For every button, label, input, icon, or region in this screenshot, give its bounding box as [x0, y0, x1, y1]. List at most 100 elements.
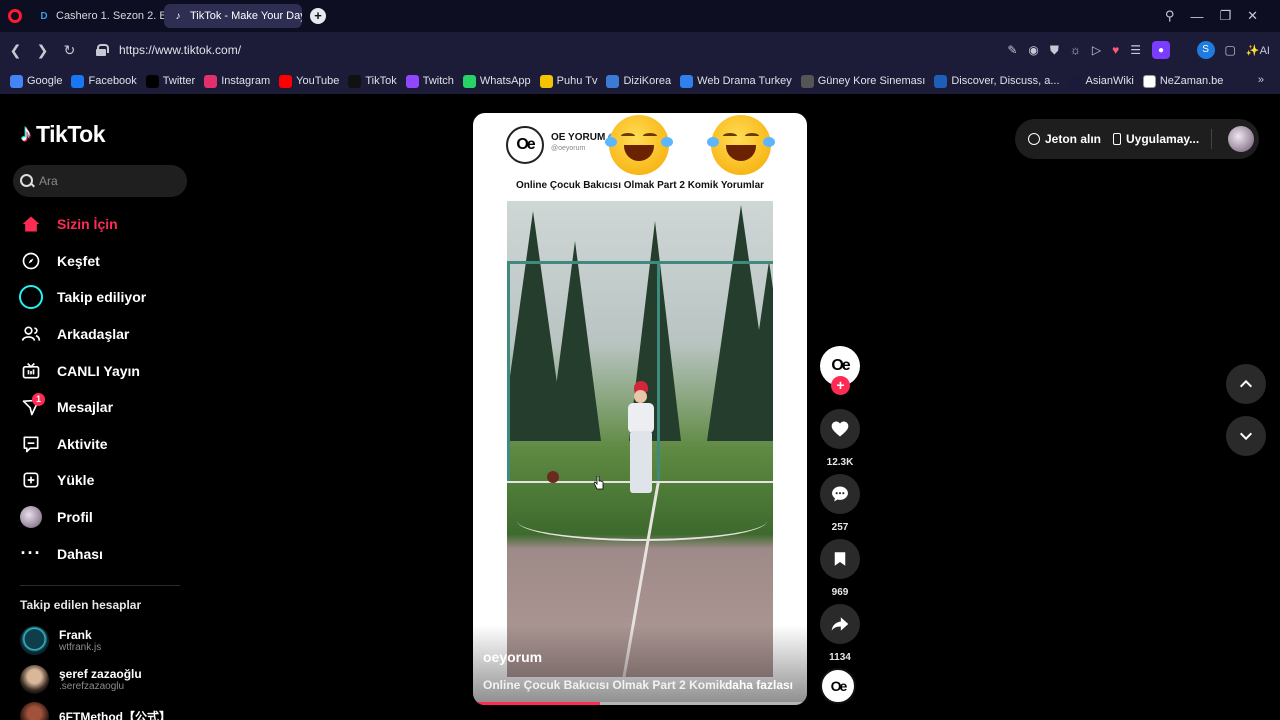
heart-icon	[831, 421, 849, 437]
see-more-link[interactable]: daha fazlası	[725, 678, 793, 692]
bookmark-item[interactable]: Google	[10, 74, 63, 88]
profile-avatar	[17, 503, 45, 531]
bookmark-item[interactable]: DiziKorea	[606, 74, 671, 88]
sidebar-item-friends[interactable]: Arkadaşlar	[17, 316, 187, 353]
cinema-icon	[800, 74, 814, 88]
followed-account-item[interactable]: 6FTMethod【公式】	[20, 702, 171, 720]
sidebar-item-live[interactable]: CANLI Yayın	[17, 352, 187, 389]
webdrama-icon	[680, 74, 694, 88]
twitch-icon	[405, 74, 419, 88]
heart-icon[interactable]: ♥	[1112, 43, 1119, 57]
minimize-icon[interactable]: —	[1190, 9, 1203, 24]
translate-icon[interactable]: ☼	[1070, 43, 1081, 57]
opera-logo-icon[interactable]	[0, 0, 30, 32]
comment-button[interactable]: 257	[820, 474, 860, 533]
get-coins-button[interactable]: Jeton alın	[1028, 132, 1101, 146]
bookmark-label: YouTube	[296, 75, 340, 87]
save-button[interactable]: 969	[820, 539, 860, 598]
video-author[interactable]: oeyorum	[483, 649, 542, 665]
bookmark-item[interactable]: Güney Kore Sineması	[800, 74, 926, 88]
bookmark-item[interactable]: TikTok	[348, 74, 397, 88]
share-count: 1134	[829, 652, 851, 663]
forward-icon[interactable]: ❯	[29, 42, 56, 59]
share-button[interactable]: 1134	[820, 604, 860, 663]
menu-icon[interactable]: ☰	[1130, 43, 1141, 57]
video-player[interactable]: Oe OE YORUM @oeyorum Online Çocuk Bakıcı…	[473, 113, 807, 705]
sidebar-nav: Sizin İçin Keşfet Takip ediliyor Arkadaş…	[17, 206, 187, 572]
coin-icon	[1028, 133, 1040, 145]
account-name: Frank	[59, 628, 92, 642]
sidebar-item-label: Yükle	[57, 472, 95, 489]
bookmark-item[interactable]: Twitter	[145, 74, 195, 88]
like-button[interactable]: 12.3K	[820, 409, 860, 468]
search-input[interactable]	[39, 174, 169, 188]
youtube-icon	[279, 74, 293, 88]
search-box[interactable]	[13, 165, 187, 197]
tiktok-favicon-icon: ♪	[175, 10, 181, 22]
shield-icon[interactable]: ⛊	[1050, 43, 1059, 58]
bookmarks-overflow-icon[interactable]: »	[1258, 74, 1264, 86]
sidebar-item-upload[interactable]: Yükle	[17, 462, 187, 499]
search-icon	[19, 173, 35, 189]
sidebar-item-following[interactable]: Takip ediliyor	[17, 279, 187, 316]
sidebar-item-explore[interactable]: Keşfet	[17, 243, 187, 280]
next-video-button[interactable]	[1226, 416, 1266, 456]
sidebar-item-activity[interactable]: Aktivite	[17, 426, 187, 463]
sidebar-item-more[interactable]: ··· Dahası	[17, 535, 187, 572]
back-icon[interactable]: ❮	[2, 42, 29, 59]
get-app-button[interactable]: Uygulamay...	[1113, 132, 1199, 146]
bookmark-item[interactable]: NeZaman.be	[1142, 74, 1223, 88]
followed-account-item[interactable]: şeref zazaoğlu .serefzazaoglu	[20, 665, 142, 694]
video-progress-bar[interactable]	[473, 702, 807, 705]
sidebar-item-messages[interactable]: 1 Mesajlar	[17, 389, 187, 426]
restore-icon[interactable]: ❐	[1219, 8, 1231, 24]
tiktok-logo[interactable]: ♪ TikTok	[20, 120, 106, 148]
bookmark-item[interactable]: AsianWiki	[1068, 74, 1134, 88]
instagram-icon	[204, 74, 218, 88]
edit-icon[interactable]: ✎	[1007, 43, 1017, 57]
follow-button[interactable]: +	[831, 376, 850, 395]
sidebar-item-label: Profil	[57, 509, 93, 526]
followed-account-item[interactable]: Frank wtfrank.js	[20, 626, 101, 655]
bookmark-item[interactable]: Discover, Discuss, a...	[934, 74, 1060, 88]
messages-icon: 1	[17, 393, 45, 421]
mouse-cursor-icon	[594, 476, 604, 490]
music-disc[interactable]: Oe	[820, 668, 856, 704]
ai-button[interactable]: ✨AI	[1246, 44, 1270, 57]
home-icon	[17, 210, 45, 238]
profile-icon[interactable]: ●	[1152, 41, 1170, 59]
url-text[interactable]: https://www.tiktok.com/	[119, 43, 241, 57]
bookmark-label: Google	[27, 75, 63, 87]
tab-tiktok[interactable]: ♪ TikTok - Make Your Day	[164, 4, 302, 28]
bookmark-item[interactable]: Puhu Tv	[539, 74, 597, 88]
address-bar-tools: ✎ ◉ ⛊ ☼ ▷ ♥ ☰ ●	[1007, 32, 1170, 68]
ai-label: AI	[1259, 44, 1270, 57]
like-count: 12.3K	[826, 457, 854, 468]
user-avatar[interactable]	[1228, 126, 1255, 152]
following-icon	[17, 283, 45, 311]
account-handle: .serefzazaoglu	[59, 681, 125, 692]
new-tab-button[interactable]: +	[310, 8, 326, 24]
tab-cashero[interactable]: D Cashero 1. Sezon 2. Bölüm	[30, 4, 164, 28]
sidebar-divider	[20, 585, 180, 586]
bookmark-item[interactable]: Facebook	[71, 74, 137, 88]
bookmark-item[interactable]: Twitch	[405, 74, 454, 88]
bookmark-item[interactable]: Web Drama Turkey	[680, 74, 792, 88]
cube-extension-icon[interactable]: ▢	[1225, 43, 1236, 57]
bookmark-label: Güney Kore Sineması	[817, 75, 926, 87]
close-icon[interactable]: ✕	[1247, 8, 1258, 24]
search-tabs-icon[interactable]: ⚲	[1165, 8, 1175, 24]
reload-icon[interactable]: ↻	[56, 42, 83, 59]
previous-video-button[interactable]	[1226, 364, 1266, 404]
video-caption-overlay	[473, 625, 807, 705]
shazam-extension-icon[interactable]: S	[1196, 41, 1215, 59]
sidebar-item-for-you[interactable]: Sizin İçin	[17, 206, 187, 243]
camera-icon[interactable]: ◉	[1028, 43, 1038, 57]
bookmark-item[interactable]: Instagram	[204, 74, 270, 88]
sidebar-item-label: Dahası	[57, 545, 103, 562]
bookmark-item[interactable]: WhatsApp	[462, 74, 531, 88]
google-icon	[10, 74, 23, 88]
sidebar-item-profile[interactable]: Profil	[17, 499, 187, 536]
play-icon[interactable]: ▷	[1092, 43, 1101, 57]
bookmark-item[interactable]: YouTube	[279, 74, 340, 88]
